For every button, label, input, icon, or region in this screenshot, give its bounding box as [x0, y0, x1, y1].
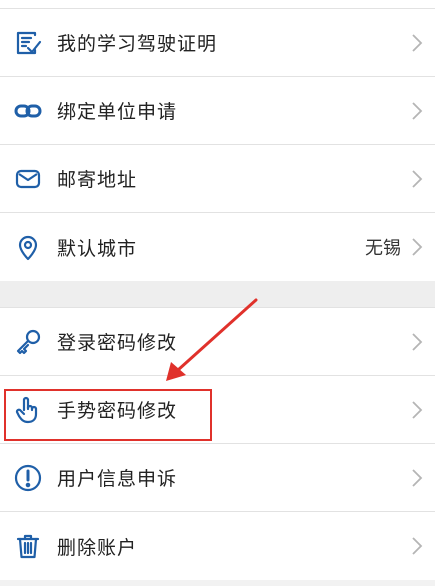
default-city-value: 无锡 [365, 238, 401, 259]
section-divider [0, 281, 435, 307]
chevron-right-icon [412, 101, 423, 120]
document-check-icon [12, 27, 44, 59]
chevron-right-icon [412, 400, 423, 419]
chevron-right-icon [412, 332, 423, 351]
link-icon [12, 95, 44, 127]
row-label: 登录密码修改 [57, 332, 178, 354]
row-bind-unit[interactable]: 绑定单位申请 [0, 77, 435, 145]
chevron-right-icon [412, 238, 423, 256]
row-label: 删除账户 [57, 536, 138, 559]
chevron-right-icon [412, 537, 423, 555]
row-label: 邮寄地址 [57, 169, 138, 191]
row-label: 我的学习驾驶证明 [57, 33, 218, 55]
row-driving-certificate[interactable]: 我的学习驾驶证明 [0, 9, 435, 77]
settings-group-security: 登录密码修改 手势密码修改 用户信息申诉 删除账户 [0, 307, 435, 580]
row-mailing-address[interactable]: 邮寄地址 [0, 145, 435, 213]
row-login-password[interactable]: 登录密码修改 [0, 308, 435, 376]
row-user-info-appeal[interactable]: 用户信息申诉 [0, 444, 435, 512]
key-icon [12, 326, 44, 358]
location-pin-icon [12, 231, 44, 263]
row-label: 绑定单位申请 [57, 101, 178, 123]
chevron-right-icon [412, 468, 423, 487]
settings-group-account: 我的学习驾驶证明 绑定单位申请 邮寄地址 默认城市 无锡 [0, 9, 435, 281]
row-delete-account[interactable]: 删除账户 [0, 512, 435, 580]
trash-icon [12, 530, 44, 562]
row-default-city[interactable]: 默认城市 无锡 [0, 213, 435, 281]
row-label: 默认城市 [57, 237, 138, 260]
row-label: 手势密码修改 [57, 400, 178, 422]
exclamation-circle-icon [12, 462, 44, 494]
mail-icon [12, 163, 44, 195]
hand-pointer-icon [12, 394, 44, 426]
previous-row-edge [0, 0, 435, 9]
row-gesture-password[interactable]: 手势密码修改 [0, 376, 435, 444]
chevron-right-icon [412, 169, 423, 188]
row-label: 用户信息申诉 [57, 468, 178, 490]
chevron-right-icon [412, 33, 423, 52]
